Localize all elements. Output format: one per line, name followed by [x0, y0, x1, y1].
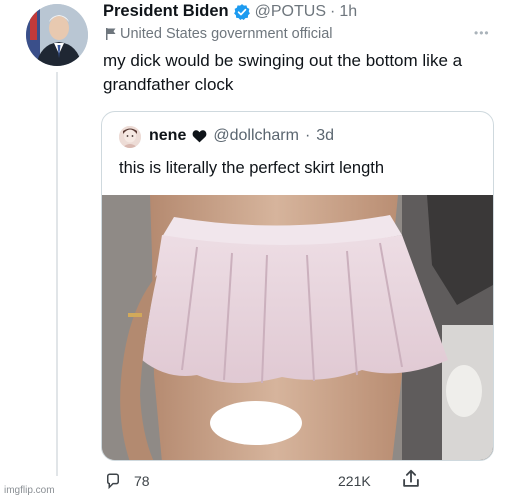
quoted-post-time[interactable]: 3d	[316, 127, 334, 145]
more-options-icon[interactable]: •••	[474, 26, 490, 40]
flag-icon	[106, 28, 116, 40]
thread-line	[56, 72, 58, 476]
quoted-avatar-photo	[119, 126, 141, 148]
quoted-header-separator: ·	[304, 127, 311, 144]
quoted-post-header: nene @dollcharm · 3d	[149, 127, 334, 145]
share-icon[interactable]	[400, 468, 422, 490]
account-label: United States government official	[105, 26, 333, 42]
author-handle[interactable]: @POTUS	[255, 3, 326, 21]
post-header: President Biden @POTUS · 1h	[103, 2, 357, 21]
header-separator: ·	[329, 2, 336, 20]
like-count: 221K	[338, 473, 371, 489]
media-photo	[102, 195, 493, 460]
watermark-text: imgflip.com	[4, 485, 55, 496]
avatar-photo	[26, 4, 88, 66]
action-bar: 78 221K	[104, 468, 434, 496]
quoted-post-text: this is literally the perfect skirt leng…	[119, 159, 385, 177]
author-name[interactable]: President Biden	[103, 2, 229, 21]
reply-count: 78	[134, 473, 150, 489]
account-label-text: United States government official	[120, 26, 333, 42]
tweet-screenshot: President Biden @POTUS · 1h ••• United S…	[0, 0, 513, 499]
quoted-author-avatar[interactable]	[119, 126, 141, 148]
quoted-author-handle[interactable]: @dollcharm	[213, 127, 299, 145]
post-time[interactable]: 1h	[339, 3, 357, 21]
quoted-author-name[interactable]: nene	[149, 127, 186, 145]
quoted-post-media[interactable]	[102, 195, 493, 460]
verified-badge-icon	[233, 3, 250, 20]
reply-icon[interactable]	[104, 472, 122, 490]
heart-icon	[192, 130, 207, 143]
quoted-post[interactable]: nene @dollcharm · 3d this is literally t…	[101, 111, 494, 461]
post-text: my dick would be swinging out the bottom…	[103, 51, 463, 94]
author-avatar[interactable]	[26, 4, 88, 66]
